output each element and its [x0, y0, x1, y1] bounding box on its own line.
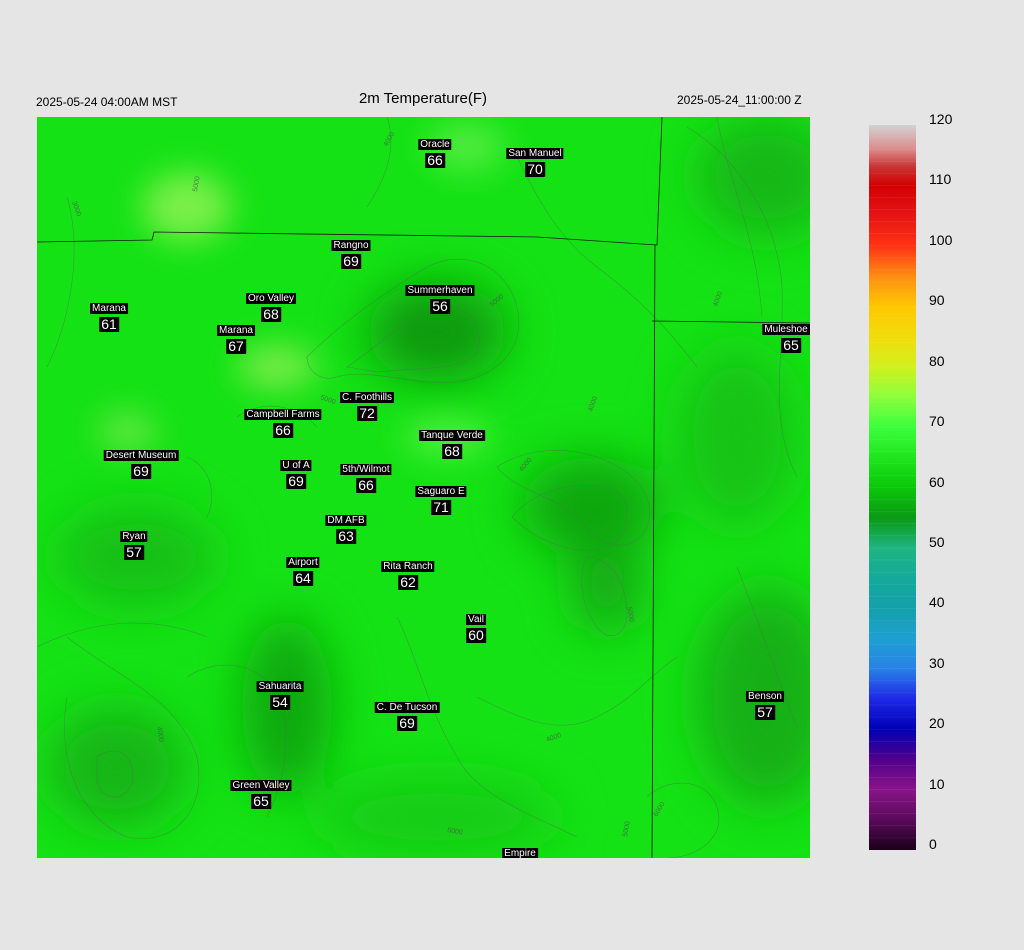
colorbar-tick-label: 80: [929, 352, 945, 369]
colorbar-tick-label: 40: [929, 594, 945, 611]
station-temperature-value: 62: [398, 574, 418, 590]
station-temperature-value: 66: [425, 152, 445, 168]
station-name-label: C. Foothills: [339, 392, 395, 403]
station-name-label: Empire: [502, 848, 538, 858]
station-temperature-value: 61: [99, 316, 119, 332]
station-temperature-value: 67: [226, 338, 246, 354]
station-temperature-value: 66: [356, 477, 376, 493]
station-name-label: Tanque Verde: [419, 430, 485, 441]
station-temperature-value: 65: [251, 793, 271, 809]
colorbar-tick-label: 0: [929, 836, 937, 852]
station-name-label: Desert Museum: [103, 450, 179, 461]
colorbar-tick-label: 60: [929, 473, 945, 490]
station-name-label: Marana: [217, 325, 255, 336]
station-temperature-value: 72: [357, 405, 377, 421]
station-temperature-value: 65: [781, 337, 801, 353]
station-name-label: Muleshoe R: [762, 324, 810, 335]
station-name-label: Campbell Farms: [244, 409, 322, 420]
station-temperature-value: 68: [442, 443, 462, 459]
utc-time-label: 2025-05-24_11:00:00 Z: [677, 93, 802, 107]
station-temperature-value: 56: [430, 298, 450, 314]
station-name-label: C. De Tucson: [374, 702, 440, 713]
station-temperature-value: 70: [525, 161, 545, 177]
station-name-label: Green Valley: [230, 780, 292, 791]
station-name-label: Summerhaven: [405, 285, 475, 296]
colorbar-tick-label: 10: [929, 775, 945, 792]
station-temperature-value: 71: [431, 499, 451, 515]
station-temperature-value: 69: [131, 463, 151, 479]
station-name-label: U of A: [280, 460, 312, 471]
colorbar-tick-label: 90: [929, 292, 945, 309]
station-temperature-value: 68: [261, 306, 281, 322]
station-temperature-value: 66: [273, 422, 293, 438]
colorbar-tick-label: 70: [929, 413, 945, 430]
station-name-label: Benson: [746, 691, 784, 702]
station-name-label: Saguaro E: [415, 486, 467, 497]
station-name-label: Sahuarita: [256, 681, 304, 692]
colorbar-tick-label: 100: [929, 231, 953, 248]
station-temperature-value: 69: [341, 253, 361, 269]
station-name-label: Vail: [466, 614, 486, 625]
colorbar-tick-label: 110: [929, 171, 952, 188]
station-name-label: 5th/Wilmot: [340, 464, 392, 475]
colorbar-tick-label: 120: [929, 111, 953, 127]
station-temperature-value: 57: [755, 704, 775, 720]
colorbar-tick-label: 30: [929, 654, 945, 671]
station-name-label: Airport: [286, 557, 320, 568]
station-name-label: Marana: [90, 303, 128, 314]
station-name-label: Oro Valley: [246, 293, 296, 304]
station-temperature-value: 54: [270, 694, 290, 710]
station-name-label: Oracle: [418, 139, 452, 150]
temperature-map: 4000 5000 3000 5000 4000 5000 4000 4000 …: [37, 117, 810, 858]
station-name-label: Ryan: [120, 531, 148, 542]
station-name-label: Rita Ranch: [381, 561, 435, 572]
station-temperature-value: 69: [397, 715, 417, 731]
station-temperature-value: 69: [286, 473, 306, 489]
colorbar-tick-label: 20: [929, 715, 945, 732]
station-temperature-value: 60: [466, 627, 486, 643]
station-name-label: Rangno: [331, 240, 371, 251]
station-temperature-value: 64: [293, 570, 313, 586]
temperature-colorbar: [869, 125, 916, 850]
station-name-label: DM AFB: [325, 515, 367, 526]
station-temperature-value: 63: [336, 528, 356, 544]
station-name-label: San Manuel: [506, 148, 564, 159]
station-temperature-value: 57: [124, 544, 144, 560]
colorbar-tick-label: 50: [929, 533, 945, 550]
